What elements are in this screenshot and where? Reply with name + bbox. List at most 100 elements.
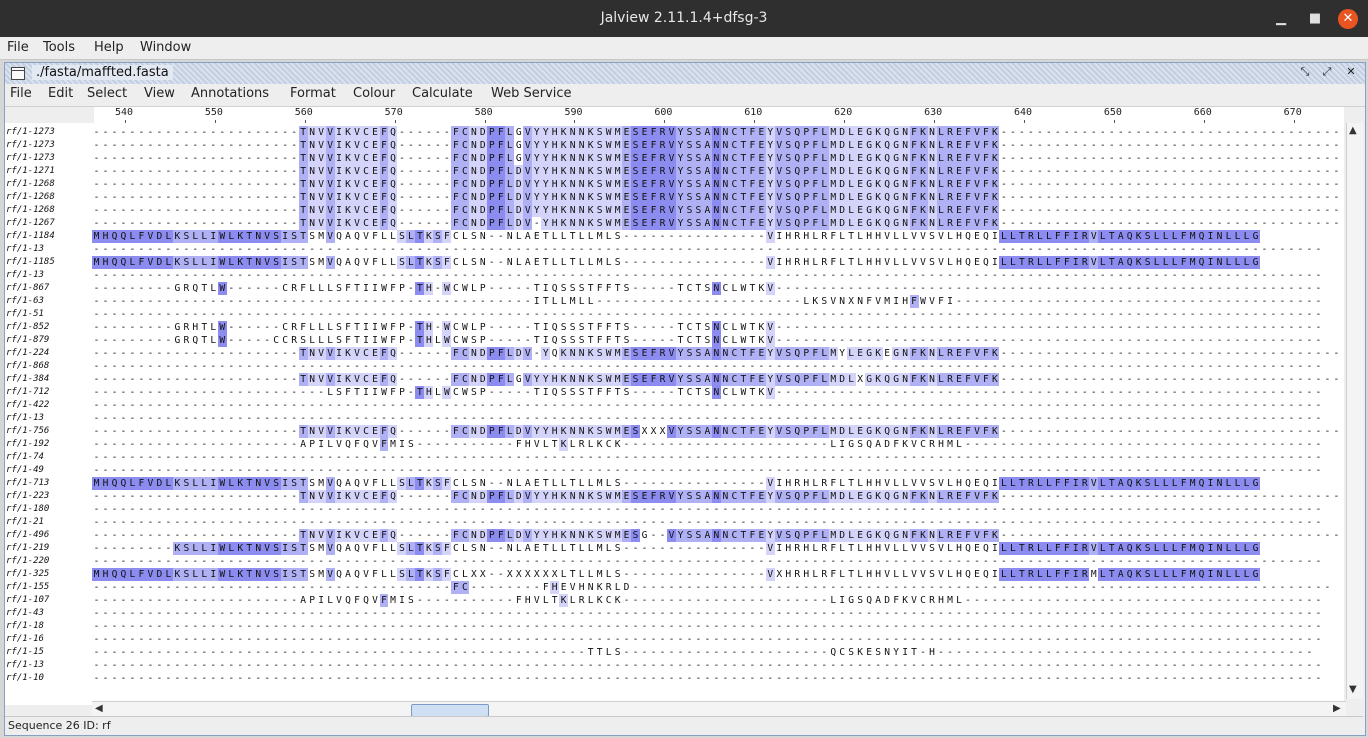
sequence-row[interactable]: -----------------------TNVVIKVCEFQ------… <box>92 191 1344 204</box>
sequence-row[interactable]: -----------------------TNVVIKVCEFQ------… <box>92 347 1344 360</box>
scroll-right-icon[interactable]: ▶ <box>1333 703 1341 714</box>
sequence-id[interactable]: rf/1-107 <box>6 594 49 607</box>
sequence-row[interactable]: ----------------------------------------… <box>92 581 1332 594</box>
sequence-row[interactable]: ---------KSLLIWLKTNVSISTSMVQAQVFLLSLTKSF… <box>92 542 1260 555</box>
sequence-row[interactable]: ---------GRQTLW------CRFLLLSFTIIWFP-TH-W… <box>92 282 1323 295</box>
amenu-file[interactable]: File <box>10 86 32 101</box>
sequence-id[interactable]: rf/1-1185 <box>6 256 55 269</box>
sequence-row[interactable]: ----------------------------------------… <box>92 607 1323 620</box>
sequence-row[interactable]: -----------------------TNVVIKVCEFQ------… <box>92 373 1344 386</box>
sequence-row[interactable]: ----------------------------------------… <box>92 672 1323 685</box>
sequence-row[interactable]: ----------------------------------------… <box>92 308 1323 321</box>
sequence-row[interactable]: -----------------------TNVVIKVCEFQ------… <box>92 126 1344 139</box>
sequence-row[interactable]: -----------------------APILVQFQVFMIS----… <box>92 438 1323 451</box>
sequence-id[interactable]: rf/1-1273 <box>6 152 55 165</box>
amenu-view[interactable]: View <box>144 86 175 101</box>
maximize-icon[interactable]: ■ <box>1305 9 1325 29</box>
horizontal-scrollbar[interactable]: ◀ ▶ <box>92 701 1346 717</box>
sequence-id-panel[interactable]: rf/1-1273 rf/1-1273 rf/1-1273 rf/1-1271 rf/1… <box>5 123 92 705</box>
sequence-row[interactable]: -----------------------TNVVIKVCEFQ------… <box>92 529 1344 542</box>
menu-file[interactable]: File <box>7 40 29 55</box>
scroll-down-icon[interactable]: ▼ <box>1349 684 1357 695</box>
sequence-id[interactable]: rf/1-10 <box>6 672 44 685</box>
sequence-row[interactable]: ----------------------------------------… <box>92 516 1323 529</box>
sequence-id[interactable]: rf/1-1271 <box>6 165 55 178</box>
sequence-row[interactable]: -----------------------TNVVIKVCEFQ------… <box>92 217 1344 230</box>
sequence-id[interactable]: rf/1-1268 <box>6 178 55 191</box>
sequence-row[interactable]: ---------GRQTLW-----CCRSLLLSFTIIWFP-THLW… <box>92 334 1323 347</box>
sequence-id[interactable]: rf/1-756 <box>6 425 49 438</box>
sequence-id[interactable]: rf/1-180 <box>6 503 49 516</box>
menu-window[interactable]: Window <box>140 40 191 55</box>
sequence-id[interactable]: rf/1-15 <box>6 646 44 659</box>
sequence-row[interactable]: MHQQLFVDLKSLLIWLKTNVSISTSMVQAQVFLLSLTKSF… <box>92 230 1260 243</box>
sequence-row[interactable]: --------------------------LSFTIIWFP-THLW… <box>92 386 1323 399</box>
sequence-row[interactable]: ----------------------------------------… <box>92 360 1323 373</box>
sequence-id[interactable]: rf/1-1273 <box>6 139 55 152</box>
sequence-row[interactable]: ----------------------------------------… <box>92 399 1323 412</box>
sequence-id[interactable]: rf/1-712 <box>6 386 49 399</box>
sequence-id[interactable]: rf/1-155 <box>6 581 49 594</box>
menu-tools[interactable]: Tools <box>43 40 75 55</box>
sequence-row[interactable]: ----------------------------------------… <box>92 555 1323 568</box>
sequence-row[interactable]: ----------------------------------------… <box>92 659 1323 672</box>
sequence-id[interactable]: rf/1-49 <box>6 464 44 477</box>
sequence-id[interactable]: rf/1-879 <box>6 334 49 347</box>
sequence-row[interactable]: ----------------------------------------… <box>92 243 1323 256</box>
sequence-row[interactable]: -----------------------TNVVIKVCEFQ------… <box>92 425 1344 438</box>
sequence-row[interactable]: -----------------------TNVVIKVCEFQ------… <box>92 139 1344 152</box>
close-icon[interactable]: ✕ <box>1338 9 1358 29</box>
alignment-panel[interactable]: -----------------------TNVVIKVCEFQ------… <box>92 123 1344 705</box>
sequence-id[interactable]: rf/1-422 <box>6 399 49 412</box>
sequence-id[interactable]: rf/1-325 <box>6 568 49 581</box>
sequence-row[interactable]: ----------------------------------------… <box>92 503 1323 516</box>
sequence-id[interactable]: rf/1-16 <box>6 633 44 646</box>
sequence-row[interactable]: ----------------------------------------… <box>92 269 1323 282</box>
sequence-id[interactable]: rf/1-18 <box>6 620 44 633</box>
scroll-left-icon[interactable]: ◀ <box>95 703 103 714</box>
amenu-web-service[interactable]: Web Service <box>491 86 572 101</box>
restore-icon[interactable]: ⤡ <box>1298 65 1312 79</box>
sequence-id[interactable]: rf/1-192 <box>6 438 49 451</box>
sequence-id[interactable]: rf/1-21 <box>6 516 44 529</box>
sequence-id[interactable]: rf/1-51 <box>6 308 44 321</box>
sequence-id[interactable]: rf/1-74 <box>6 451 44 464</box>
close-frame-icon[interactable]: ✕ <box>1344 65 1358 79</box>
sequence-id[interactable]: rf/1-220 <box>6 555 49 568</box>
sequence-row[interactable]: ----------------------------------------… <box>92 295 1323 308</box>
sequence-row[interactable]: ----------------------------------------… <box>92 633 1323 646</box>
sequence-id[interactable]: rf/1-1268 <box>6 204 55 217</box>
sequence-row[interactable]: -----------------------TNVVIKVCEFQ------… <box>92 165 1344 178</box>
amenu-colour[interactable]: Colour <box>353 86 395 101</box>
sequence-id[interactable]: rf/1-1184 <box>6 230 55 243</box>
amenu-format[interactable]: Format <box>290 86 336 101</box>
sequence-row[interactable]: MHQQLFVDLKSLLIWLKTNVSISTSMVQAQVFLLSLTKSF… <box>92 477 1260 490</box>
sequence-id[interactable]: rf/1-224 <box>6 347 49 360</box>
sequence-row[interactable]: ----------------------------------------… <box>92 646 1314 659</box>
amenu-calculate[interactable]: Calculate <box>412 86 473 101</box>
sequence-row[interactable]: -----------------------TNVVIKVCEFQ------… <box>92 490 1344 503</box>
sequence-id[interactable]: rf/1-867 <box>6 282 49 295</box>
sequence-id[interactable]: rf/1-219 <box>6 542 49 555</box>
amenu-annotations[interactable]: Annotations <box>191 86 269 101</box>
sequence-id[interactable]: rf/1-868 <box>6 360 49 373</box>
sequence-id[interactable]: rf/1-13 <box>6 243 44 256</box>
sequence-id[interactable]: rf/1-13 <box>6 269 44 282</box>
sequence-row[interactable]: ---------GRHTLW------CRFLLLSFTIIWFP-TH-W… <box>92 321 1323 334</box>
sequence-id[interactable]: rf/1-1273 <box>6 126 55 139</box>
sequence-row[interactable]: -----------------------APILVQFQVFMIS----… <box>92 594 1323 607</box>
sequence-row[interactable]: ----------------------------------------… <box>92 620 1323 633</box>
sequence-id[interactable]: rf/1-852 <box>6 321 49 334</box>
sequence-id[interactable]: rf/1-13 <box>6 412 44 425</box>
sequence-row[interactable]: MHQQLFVDLKSLLIWLKTNVSISTSMVQAQVFLLSLTKSF… <box>92 256 1260 269</box>
sequence-id[interactable]: rf/1-63 <box>6 295 44 308</box>
sequence-id[interactable]: rf/1-13 <box>6 659 44 672</box>
sequence-id[interactable]: rf/1-713 <box>6 477 49 490</box>
amenu-edit[interactable]: Edit <box>48 86 73 101</box>
minimize-icon[interactable]: ▁ <box>1271 9 1291 29</box>
amenu-select[interactable]: Select <box>87 86 127 101</box>
menu-help[interactable]: Help <box>94 40 124 55</box>
sequence-row[interactable]: MHQQLFVDLKSLLIWLKTNVSISTSMVQAQVFLLSLTKSF… <box>92 568 1260 581</box>
sequence-row[interactable]: -----------------------TNVVIKVCEFQ------… <box>92 204 1344 217</box>
scroll-up-icon[interactable]: ▲ <box>1349 125 1357 136</box>
